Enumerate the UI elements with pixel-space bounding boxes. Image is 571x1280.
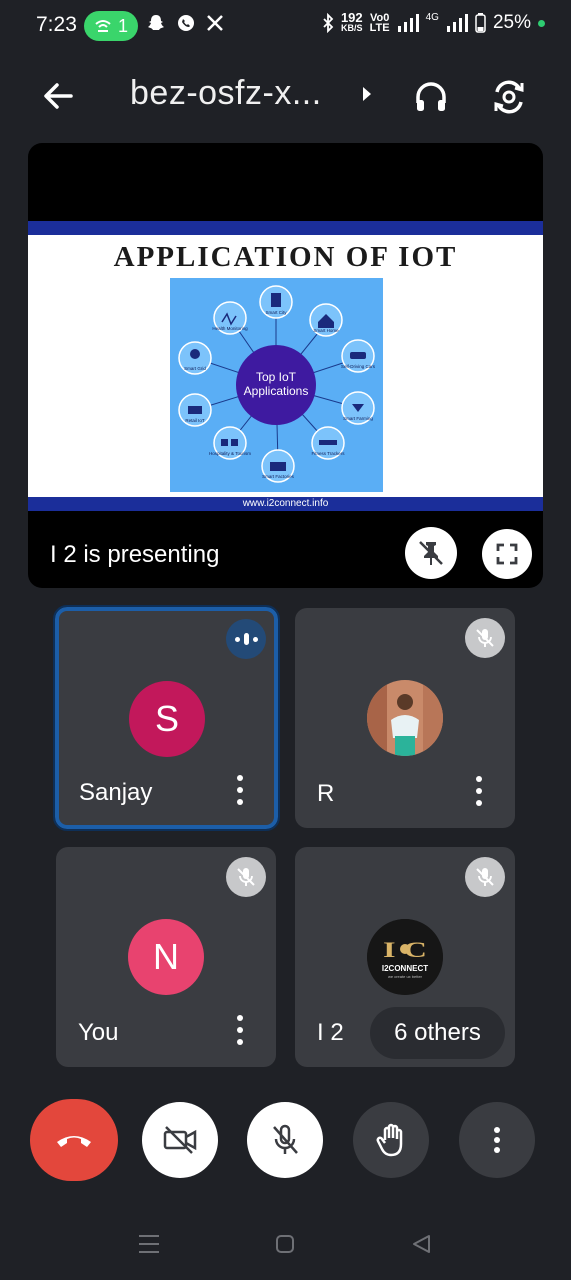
avatar: S (129, 681, 205, 757)
bluetooth-icon (323, 13, 334, 33)
home-square-icon (276, 1235, 294, 1253)
iot-diagram: Top IoT Applications Smart City Smart Ho… (170, 278, 383, 492)
diagram-item-grid: Smart Grid (184, 366, 206, 371)
camera-switch-icon (494, 80, 524, 114)
fullscreen-button[interactable] (482, 529, 532, 579)
phone-hangup-icon (57, 1136, 91, 1147)
net-speed: 192 KB/S (340, 10, 363, 33)
avatar-photo-graphic (367, 680, 443, 756)
signal-icon (397, 14, 419, 32)
fullscreen-icon (496, 543, 518, 565)
system-icons: 192 KB/S Vo0 LTE 4G 25% (322, 10, 545, 34)
meeting-title[interactable]: bez-osfz-x... (130, 74, 322, 113)
hand-icon (376, 1123, 403, 1157)
camera-toggle-button[interactable] (142, 1102, 218, 1178)
hotspot-indicator: 1 (84, 11, 138, 41)
raise-hand-button[interactable] (353, 1102, 429, 1178)
diagram-item-retail: Retail IoT (185, 418, 205, 423)
end-call-button[interactable] (30, 1099, 118, 1181)
unpin-icon (419, 541, 443, 565)
presenting-label: I 2 is presenting (50, 541, 220, 568)
slide-footer: www.i2connect.info (28, 497, 543, 511)
diagram-item-self-driving: Self-Driving Cars (341, 364, 376, 369)
menu-icon (139, 1235, 159, 1253)
participant-tile-r[interactable]: R (295, 608, 515, 828)
diagram-center-line2: Applications (244, 384, 309, 398)
i2connect-logo-graphic: I C I2CONNECT we create ux better (367, 919, 443, 995)
mic-off-icon (476, 868, 494, 886)
mic-off-icon (273, 1124, 298, 1154)
speaking-indicator (226, 619, 266, 659)
whatsapp-icon (178, 15, 194, 31)
participant-name: Sanjay (79, 779, 153, 806)
speaking-dot (234, 636, 240, 642)
diagram-center-line1: Top IoT (256, 370, 297, 384)
network-type: 4G (425, 12, 439, 23)
mic-toggle-button[interactable] (247, 1102, 323, 1178)
diagram-item-factories: Smart Factories (262, 474, 295, 479)
slide-top-band (28, 221, 543, 235)
iot-diagram-graphic: Top IoT Applications Smart City Smart Ho… (178, 285, 376, 483)
battery-percent: 25% (492, 12, 531, 33)
participant-name: You (78, 1019, 119, 1046)
participant-name: R (317, 780, 335, 807)
logo-tagline: we create ux better (388, 974, 423, 979)
diagram-item-health: Health Monitoring (212, 326, 248, 331)
mic-off-badge (465, 857, 505, 897)
diagram-item-smart-farming: Smart Farming (343, 416, 373, 421)
triangle-back-icon (413, 1235, 430, 1253)
audio-output-button[interactable] (408, 74, 454, 120)
arrow-left-icon (44, 83, 73, 109)
participant-tile-you[interactable]: N You (56, 847, 276, 1067)
more-options-button[interactable] (459, 1102, 535, 1178)
more-vert-icon (494, 1127, 500, 1153)
logo-name: I2CONNECT (382, 964, 428, 973)
diagram-item-fitness: Fitness Trackers (311, 451, 345, 456)
participant-tile-sanjay[interactable]: S Sanjay (53, 605, 280, 831)
mic-off-badge (226, 857, 266, 897)
diagram-item-smart-home: Smart Home (313, 328, 339, 333)
home-button[interactable] (270, 1232, 300, 1256)
others-button[interactable]: 6 others (370, 1007, 505, 1059)
notification-icons (146, 13, 224, 33)
back-nav-button[interactable] (406, 1232, 436, 1256)
i2connect-logo: I C I2CONNECT we create ux better (367, 919, 443, 995)
battery-icon (475, 13, 486, 33)
camera-off-icon (163, 1126, 197, 1154)
slide-title: APPLICATION OF IOT (113, 241, 458, 273)
participant-name: I 2 (317, 1019, 344, 1046)
more-options-button[interactable] (230, 1015, 250, 1045)
status-bar: 7:23 1 192 KB/S Vo0 LTE 4G 25% (0, 0, 571, 52)
headphones-icon (416, 82, 446, 111)
recents-button[interactable] (134, 1232, 164, 1256)
mic-off-badge (465, 618, 505, 658)
more-options-button[interactable] (469, 776, 489, 806)
back-button[interactable] (36, 76, 80, 116)
volte-indicator: Vo0 LTE (369, 12, 390, 34)
privacy-dot-icon (538, 19, 545, 27)
meeting-header: bez-osfz-x... (0, 60, 571, 132)
shared-slide: APPLICATION OF IOT Top IoT Applications … (28, 221, 543, 511)
more-options-button[interactable] (230, 775, 250, 805)
avatar: N (128, 919, 204, 995)
mic-off-icon (476, 629, 494, 647)
presentation-card[interactable]: APPLICATION OF IOT Top IoT Applications … (28, 143, 543, 588)
caret-right-icon[interactable] (361, 86, 373, 102)
hotspot-count: 1 (117, 15, 128, 36)
mic-off-icon (237, 868, 255, 886)
x-icon (207, 15, 223, 31)
snapchat-icon (148, 15, 164, 30)
speaking-bar (243, 633, 249, 645)
switch-camera-button[interactable] (486, 74, 532, 120)
avatar-photo (367, 680, 443, 756)
unpin-button[interactable] (405, 527, 457, 579)
signal-2-icon (446, 14, 468, 32)
hotspot-icon (95, 20, 111, 32)
diagram-item-smart-city: Smart City (265, 310, 287, 315)
status-time: 7:23 (36, 13, 77, 36)
system-nav-bar (0, 1210, 571, 1280)
speaking-dot (252, 636, 258, 642)
diagram-item-hospitality: Hospitality & Tourism (209, 451, 251, 456)
